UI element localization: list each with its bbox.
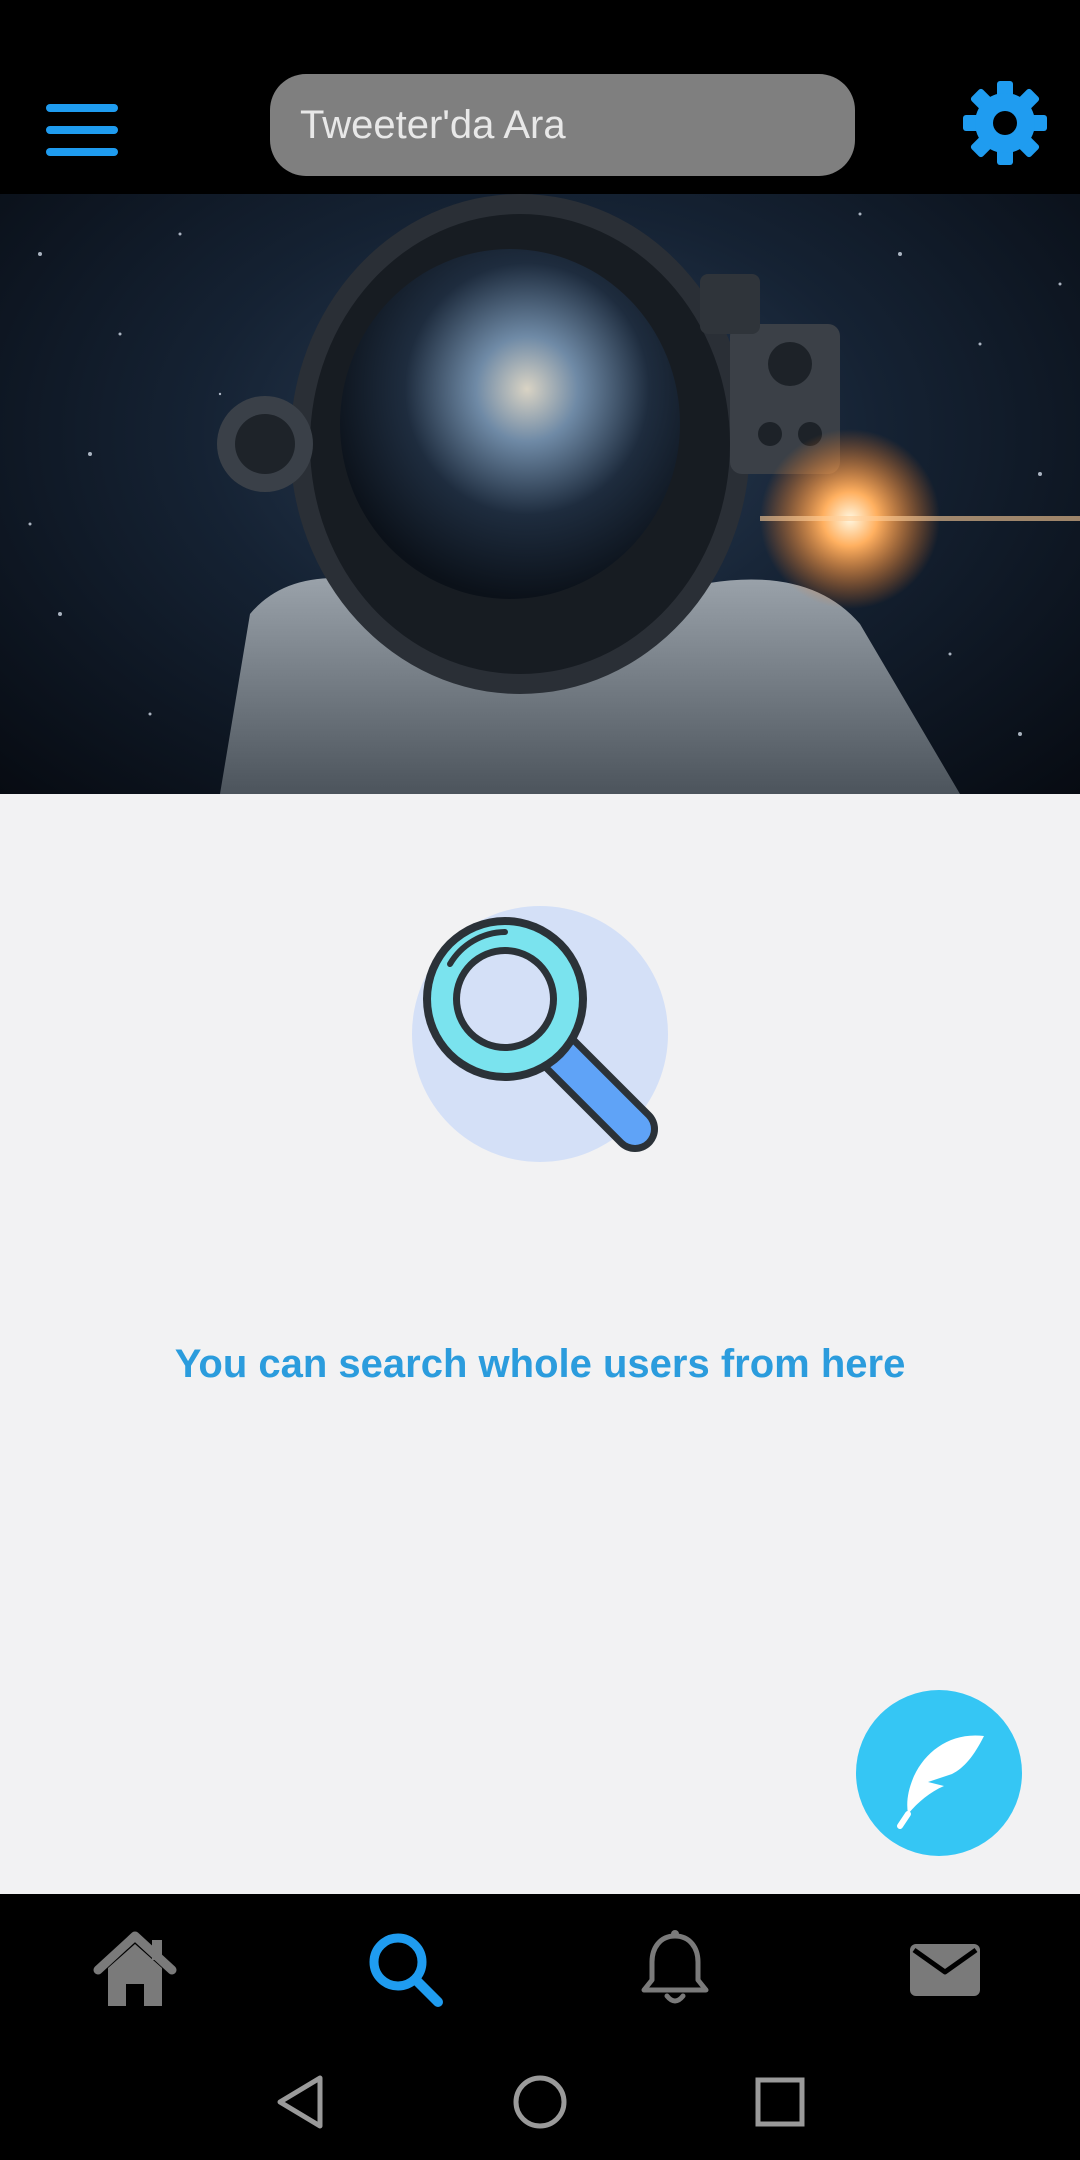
mail-icon[interactable] <box>900 1924 990 2014</box>
bottom-navigation <box>0 1894 1080 2042</box>
search-icon[interactable] <box>360 1924 450 2014</box>
magnifier-icon <box>410 904 670 1164</box>
bell-icon[interactable] <box>630 1924 720 2014</box>
home-icon[interactable] <box>90 1924 180 2014</box>
search-input[interactable] <box>270 74 855 176</box>
system-navigation-bar <box>0 2042 1080 2160</box>
back-icon[interactable] <box>268 2070 332 2134</box>
gear-icon[interactable] <box>962 80 1048 166</box>
empty-state-message: You can search whole users from here <box>174 1342 906 1386</box>
home-circle-icon[interactable] <box>508 2070 572 2134</box>
hamburger-menu-icon[interactable] <box>46 100 118 160</box>
top-app-bar <box>0 0 1080 194</box>
feather-compose-icon <box>897 1735 984 1829</box>
recents-icon[interactable] <box>748 2070 812 2134</box>
astronaut-space-banner <box>0 194 1080 794</box>
compose-tweet-button[interactable] <box>856 1690 1022 1856</box>
